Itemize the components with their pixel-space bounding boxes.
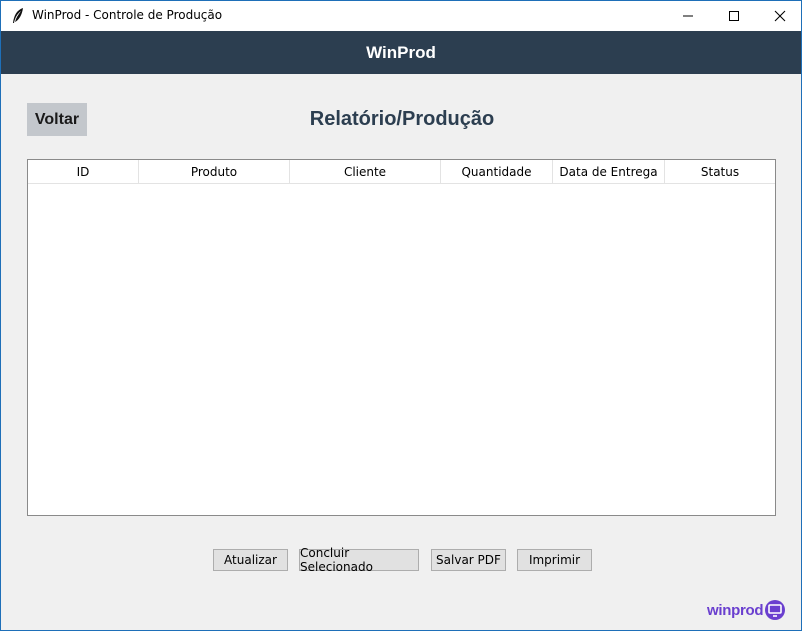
minimize-icon <box>683 15 693 17</box>
back-button[interactable]: Voltar <box>27 103 87 136</box>
feather-icon <box>11 7 25 25</box>
winprod-logo: winprod <box>707 599 786 621</box>
logo-text: winprod <box>707 601 764 619</box>
window-title: WinProd - Controle de Produção <box>32 8 223 22</box>
page-title: Relatório/Produção <box>309 108 495 130</box>
column-header-quantidade[interactable]: Quantidade <box>441 160 553 184</box>
title-bar[interactable]: WinProd - Controle de Produção <box>1 1 801 31</box>
column-header-cliente[interactable]: Cliente <box>290 160 441 184</box>
maximize-icon <box>729 11 739 21</box>
column-header-id[interactable]: ID <box>28 160 139 184</box>
header-brand: WinProd <box>366 42 436 62</box>
print-button[interactable]: Imprimir <box>517 549 592 571</box>
refresh-button[interactable]: Atualizar <box>213 549 288 571</box>
app-window: WinProd - Controle de Produção WinProd V… <box>0 0 802 631</box>
table-header: ID Produto Cliente Quantidade Data de En… <box>28 160 775 184</box>
save-pdf-button[interactable]: Salvar PDF <box>431 549 506 571</box>
production-table[interactable]: ID Produto Cliente Quantidade Data de En… <box>27 159 776 516</box>
close-button[interactable] <box>757 1 802 31</box>
complete-selected-button[interactable]: Concluir Selecionado <box>299 546 419 574</box>
column-header-data-entrega[interactable]: Data de Entrega <box>553 160 665 184</box>
maximize-button[interactable] <box>711 1 757 31</box>
close-icon <box>774 10 786 22</box>
minimize-button[interactable] <box>665 1 711 31</box>
chat-monitor-icon <box>765 600 786 620</box>
app-header: WinProd <box>1 31 801 74</box>
column-header-produto[interactable]: Produto <box>139 160 290 184</box>
column-header-status[interactable]: Status <box>665 160 775 184</box>
